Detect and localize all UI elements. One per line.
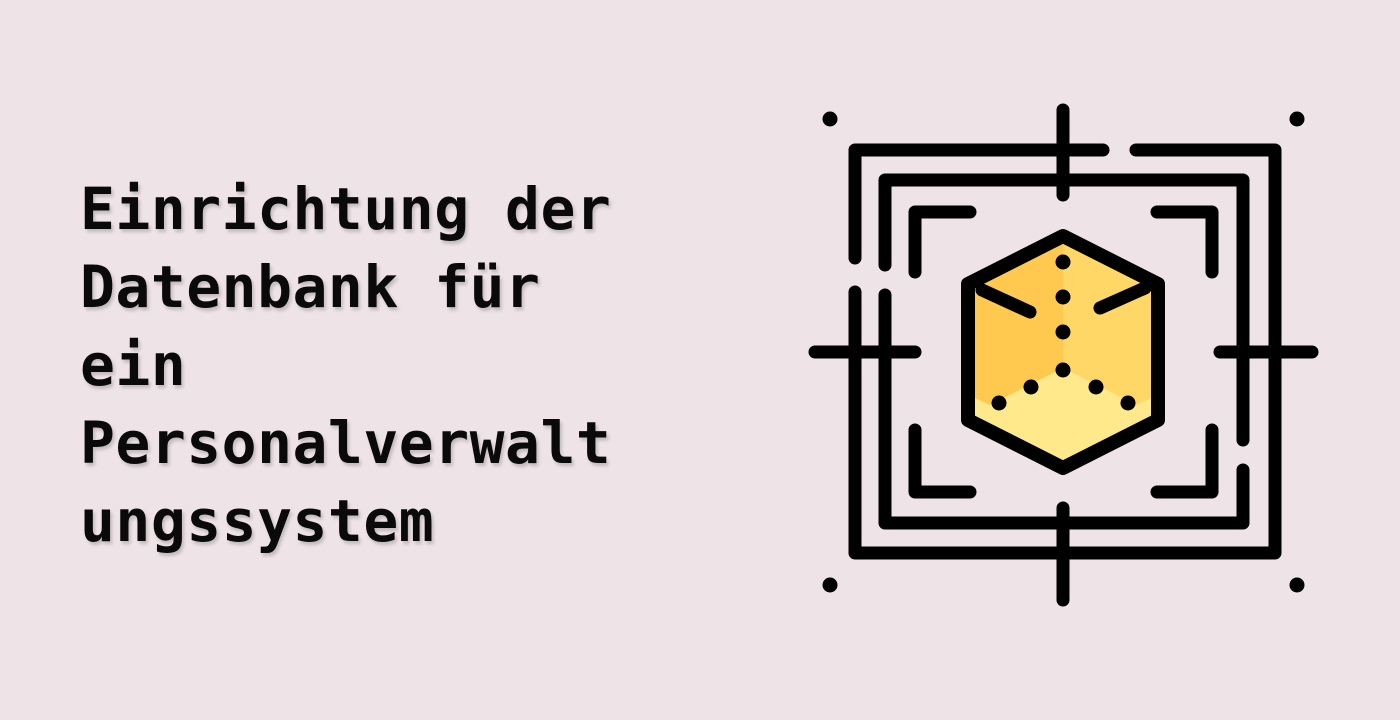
corner-bracket-tr: [1150, 205, 1219, 279]
corner-bracket-bl: [908, 423, 977, 499]
cube-icon: [961, 229, 1165, 475]
title-line: Personalverwalt: [80, 409, 612, 477]
title-line: ungssystem: [80, 487, 435, 555]
corner-bracket-br: [1150, 423, 1219, 499]
3d-cube-target-icon: [808, 103, 1319, 607]
title-line: ein: [80, 331, 187, 399]
title-line: Datenbank für: [80, 253, 541, 321]
title-line: Einrichtung der: [80, 175, 612, 243]
page-title: Einrichtung der Datenbank für ein Person…: [80, 170, 720, 560]
corner-bracket-tl: [908, 205, 977, 279]
